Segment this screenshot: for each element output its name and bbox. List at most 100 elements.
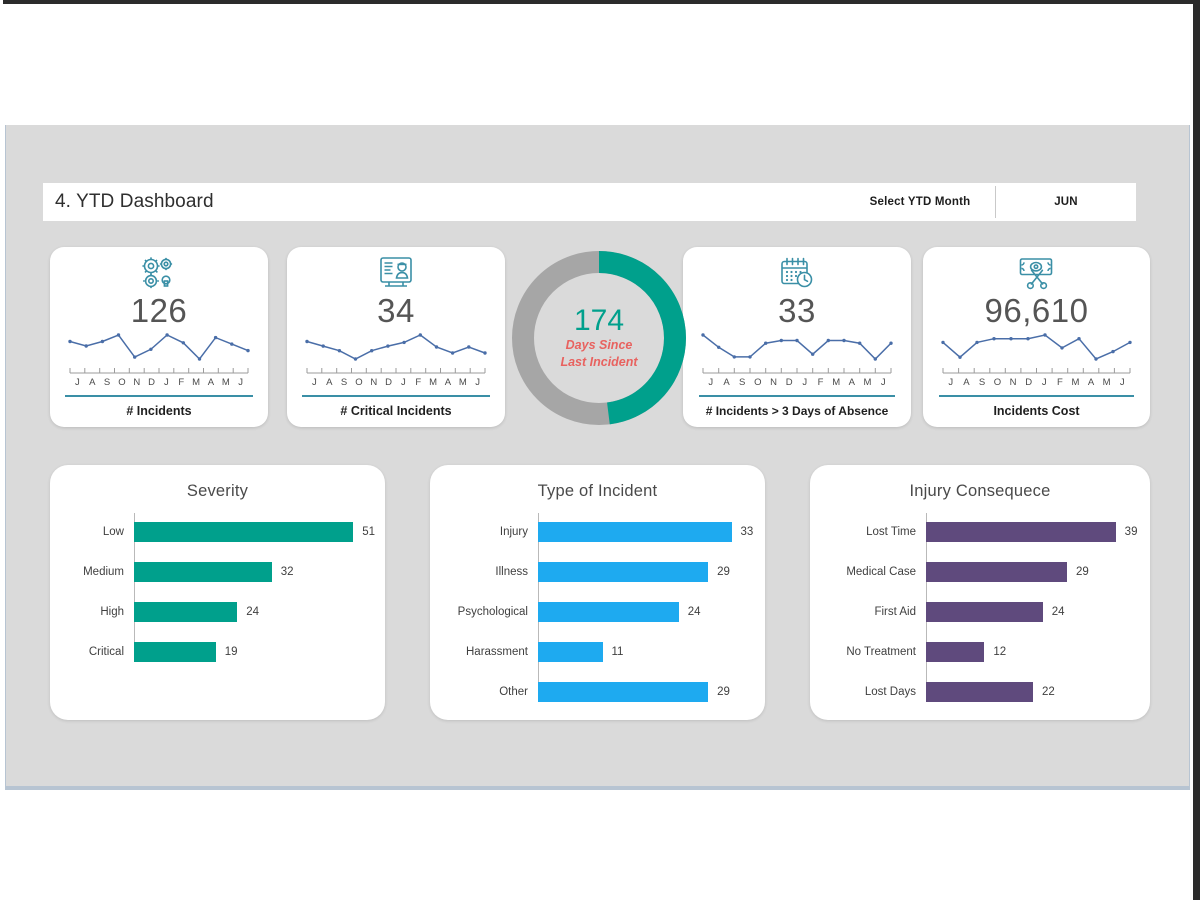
bar-category-label: First Aid	[874, 605, 916, 618]
bar-row: Illness 29	[434, 555, 755, 588]
bar-category-label: Harassment	[466, 645, 528, 658]
bar-value-label: 29	[717, 565, 730, 578]
svg-text:D: D	[1025, 377, 1032, 388]
bar-category-label: Low	[102, 525, 124, 538]
kpi-card: 33 J A S O N D J F M A M J # Incidents > 3 Days of Ab…	[683, 247, 911, 427]
bar-value-label: 24	[687, 605, 701, 618]
kpi-value: 126	[130, 292, 188, 330]
bar[interactable]	[538, 561, 709, 582]
chart-title: Type of Incident	[537, 482, 658, 500]
kpi-sparkline: JASONDJFMAMJ	[697, 331, 897, 395]
bar[interactable]	[538, 681, 709, 702]
bar-group: Injury 33 Illness 29 Psychological 24 Harassme…	[430, 501, 765, 708]
ytd-month-selector[interactable]: JUN	[996, 183, 1136, 221]
select-ytd-month-label: Select YTD Month	[869, 196, 971, 208]
bar-category-label: Injury	[499, 525, 528, 538]
bar[interactable]	[134, 641, 216, 662]
bar-row: Low 51	[54, 515, 375, 548]
bar[interactable]	[926, 561, 1068, 582]
bar-category-label: Psychological	[457, 605, 528, 618]
bar[interactable]	[538, 641, 603, 662]
bar-category-label: No Treatment	[846, 645, 916, 658]
svg-text:M: M	[832, 377, 840, 388]
svg-text:J: J	[75, 377, 80, 388]
bar[interactable]	[134, 561, 272, 582]
kpi-value: 33	[778, 292, 816, 330]
svg-text:M: M	[1103, 377, 1111, 388]
page-title: 4. YTD Dashboard	[55, 191, 214, 212]
svg-text:D: D	[786, 377, 793, 388]
bar-value-label: 12	[993, 645, 1007, 658]
chart-title: Severity	[186, 482, 249, 500]
calendar-clock-icon	[779, 253, 815, 292]
bar-value-label: 32	[280, 565, 294, 578]
svg-text:S: S	[104, 377, 110, 388]
svg-text:F: F	[818, 377, 824, 388]
bar[interactable]	[134, 521, 354, 542]
svg-text:J: J	[1042, 377, 1047, 388]
svg-text:J: J	[1120, 377, 1125, 388]
kpi-card: 34 J A S O N D J F M A M J # Critical Incidents	[287, 247, 505, 427]
svg-text:O: O	[994, 377, 1001, 388]
bar[interactable]	[538, 601, 679, 622]
bar[interactable]	[926, 641, 985, 662]
chart-title: Injury Consequece	[909, 482, 1051, 500]
svg-text:A: A	[849, 377, 856, 388]
svg-text:J: J	[312, 377, 317, 388]
bar[interactable]	[134, 601, 238, 622]
bar[interactable]	[926, 601, 1043, 622]
svg-text:A: A	[723, 377, 730, 388]
bar-track: 24	[538, 601, 755, 622]
svg-text:J: J	[401, 377, 406, 388]
svg-text:O: O	[754, 377, 761, 388]
kpi-card: 126 J A S O N D J F M A M J # Incidents	[50, 247, 268, 427]
svg-text:D: D	[385, 377, 392, 388]
bar-row: Lost Time 39	[814, 515, 1140, 548]
svg-text:J: J	[708, 377, 713, 388]
bar[interactable]	[926, 521, 1116, 542]
donut-svg	[512, 251, 686, 425]
bar-value-label: 39	[1124, 525, 1138, 538]
kpi-label: Incidents Cost	[993, 404, 1080, 418]
svg-text:O: O	[355, 377, 362, 388]
bar-category-label: Other	[499, 685, 528, 698]
slide-page: 4. YTD Dashboard Select YTD Month JUN 12…	[0, 0, 1200, 900]
frame-right-edge	[1193, 0, 1200, 900]
bar-track: 22	[926, 681, 1140, 702]
bar-row: Psychological 24	[434, 595, 755, 628]
svg-text:D: D	[148, 377, 155, 388]
bar-group: Lost Time 39 Medical Case 29 First Aid 24 No T…	[810, 501, 1150, 708]
bar-row: First Aid 24	[814, 595, 1140, 628]
bar-value-label: 51	[362, 525, 375, 538]
money-scissors-icon	[1018, 253, 1056, 292]
svg-text:A: A	[963, 377, 970, 388]
bar-category-label: Lost Days	[864, 685, 916, 698]
kpi-sparkline: JASONDJFMAMJ	[937, 331, 1136, 395]
svg-text:O: O	[118, 377, 125, 388]
bar-value-label: 29	[717, 685, 730, 698]
bar[interactable]	[538, 521, 732, 542]
bar-track: 51	[134, 521, 375, 542]
bar-value-label: 22	[1042, 685, 1055, 698]
svg-text:J: J	[881, 377, 886, 388]
bar-category-label: Lost Time	[866, 525, 916, 538]
bar-category-label: Critical	[88, 645, 124, 658]
kpi-card: 96,610 J A S O N D J F M A M J Incidents Cost	[923, 247, 1150, 427]
svg-text:A: A	[326, 377, 333, 388]
svg-text:S: S	[739, 377, 745, 388]
kpi-value: 34	[377, 292, 415, 330]
bar-category-label: Medical Case	[846, 565, 916, 578]
bar-track: 29	[538, 681, 755, 702]
svg-text:S: S	[979, 377, 985, 388]
svg-text:F: F	[178, 377, 184, 388]
bar[interactable]	[926, 681, 1033, 702]
bar-row: Medium 32	[54, 555, 375, 588]
svg-text:J: J	[238, 377, 243, 388]
kpi-sparkline: JASONDJFMAMJ	[301, 331, 491, 395]
bar-row: Critical 19	[54, 635, 375, 668]
kpi-label: # Incidents > 3 Days of Absence	[705, 404, 889, 418]
bar-track: 11	[538, 641, 755, 662]
kpi-value: 96,610	[984, 292, 1089, 330]
bar-category-label: Illness	[495, 565, 528, 578]
svg-text:M: M	[1072, 377, 1080, 388]
